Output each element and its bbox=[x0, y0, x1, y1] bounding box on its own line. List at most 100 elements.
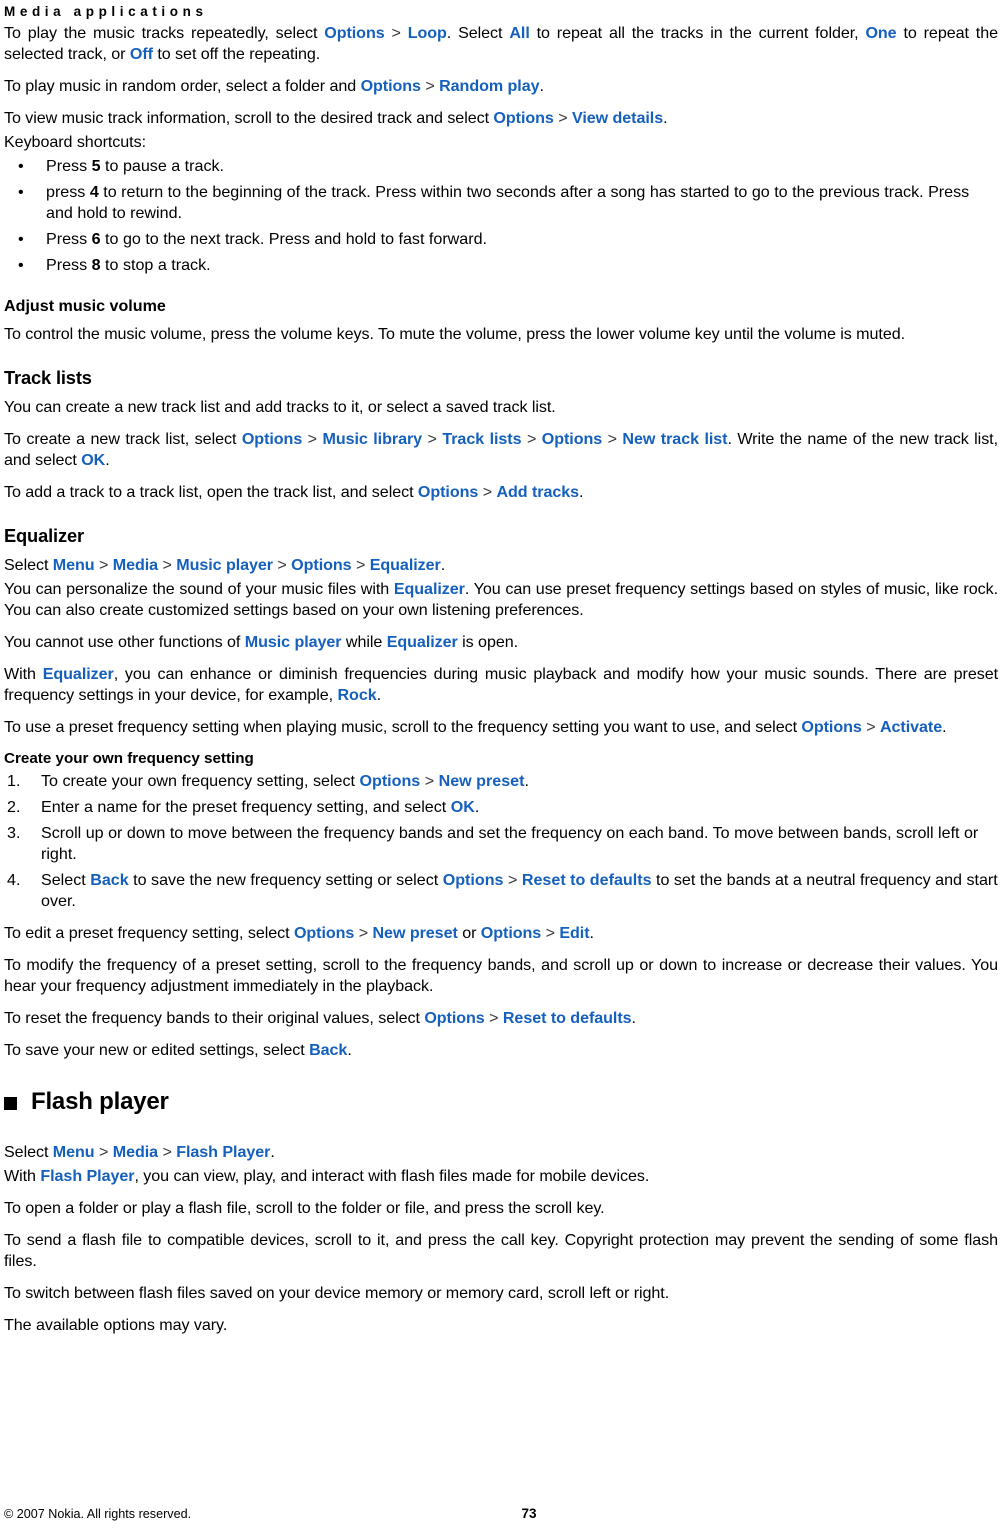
path-separator: > bbox=[302, 430, 323, 448]
page-number: 73 bbox=[521, 1506, 537, 1521]
ui-term-music-player: Music player bbox=[176, 556, 273, 574]
paragraph-edit-preset: To edit a preset frequency setting, sele… bbox=[4, 923, 998, 944]
ui-term-equalizer: Equalizer bbox=[42, 665, 114, 683]
path-separator: > bbox=[484, 1009, 503, 1027]
text-fragment: To play the music tracks repeatedly, sel… bbox=[4, 24, 325, 42]
ui-term-options: Options bbox=[801, 718, 862, 736]
ui-term-reset-to-defaults: Reset to defaults bbox=[502, 1009, 632, 1027]
paragraph-track-lists-intro: You can create a new track list and add … bbox=[4, 398, 556, 416]
text-fragment: Scroll up or down to move between the fr… bbox=[41, 824, 979, 863]
text-fragment: To create your own frequency setting, se… bbox=[41, 772, 360, 790]
ui-term-activate: Activate bbox=[879, 718, 943, 736]
path-separator: > bbox=[354, 924, 373, 942]
ui-term-new-preset: New preset bbox=[372, 924, 458, 942]
text-fragment: Select bbox=[4, 1143, 53, 1161]
text-fragment: is open. bbox=[457, 633, 519, 651]
paragraph-view-details: To view music track information, scroll … bbox=[4, 108, 998, 129]
paragraph-adjust-volume: To control the music volume, press the v… bbox=[4, 325, 906, 343]
text-fragment: To use a preset frequency setting when p… bbox=[4, 718, 802, 736]
path-separator: > bbox=[94, 1143, 113, 1161]
ui-term-new-preset: New preset bbox=[438, 772, 525, 790]
text-fragment: to repeat all the tracks in the current … bbox=[529, 24, 866, 42]
text-fragment: You cannot use other functions of bbox=[4, 633, 245, 651]
bullet-icon: • bbox=[18, 230, 24, 248]
paragraph-flash-send: To send a flash file to compatible devic… bbox=[4, 1231, 998, 1270]
ui-term-equalizer: Equalizer bbox=[369, 556, 441, 574]
ui-term-options: Options bbox=[360, 77, 421, 95]
text-fragment: to go to the next track. Press and hold … bbox=[100, 230, 488, 248]
bullet-icon: • bbox=[18, 256, 24, 274]
text-fragment: , you can view, play, and interact with … bbox=[134, 1167, 650, 1185]
text-fragment: You can personalize the sound of your mu… bbox=[4, 580, 394, 598]
ui-term-options: Options bbox=[293, 924, 355, 942]
paragraph-equalizer-with: With Equalizer, you can enhance or dimin… bbox=[4, 664, 998, 706]
text-fragment: To save your new or edited settings, sel… bbox=[4, 1041, 310, 1059]
paragraph-random-play: To play music in random order, select a … bbox=[4, 76, 998, 97]
text-fragment: Enter a name for the preset frequency se… bbox=[41, 798, 451, 816]
list-item: 1. To create your own frequency setting, … bbox=[4, 771, 998, 792]
ui-term-ok: OK bbox=[450, 798, 475, 816]
text-fragment: press bbox=[46, 183, 90, 201]
paragraph-save-settings: To save your new or edited settings, sel… bbox=[4, 1040, 998, 1061]
ui-term-edit: Edit bbox=[559, 924, 590, 942]
text-fragment: . bbox=[942, 718, 947, 736]
path-separator: > bbox=[521, 430, 542, 448]
heading-track-lists: Track lists bbox=[4, 367, 92, 388]
paragraph-loop: To play the music tracks repeatedly, sel… bbox=[4, 23, 998, 65]
heading-text: Flash player bbox=[31, 1088, 169, 1115]
ui-term-options: Options bbox=[359, 772, 421, 790]
text-fragment: Press bbox=[46, 256, 92, 274]
path-separator: > bbox=[503, 871, 522, 889]
list-item: • Press 6 to go to the next track. Press … bbox=[4, 229, 998, 250]
ui-term-flash-player: Flash Player bbox=[40, 1167, 135, 1185]
text-fragment: . bbox=[524, 772, 529, 790]
text-fragment: to stop a track. bbox=[100, 256, 211, 274]
heading-equalizer: Equalizer bbox=[4, 525, 84, 546]
text-fragment: Press bbox=[46, 230, 92, 248]
text-fragment: . Select bbox=[446, 24, 510, 42]
text-fragment: With bbox=[4, 665, 43, 683]
heading-adjust-music-volume: Adjust music volume bbox=[4, 297, 166, 315]
keyboard-shortcuts-label: Keyboard shortcuts: bbox=[4, 133, 146, 151]
path-separator: > bbox=[478, 483, 497, 501]
key-label: 5 bbox=[91, 157, 101, 175]
text-fragment: To add a track to a track list, open the… bbox=[4, 483, 418, 501]
paragraph-reset-bands: To reset the frequency bands to their or… bbox=[4, 1008, 998, 1029]
text-fragment: while bbox=[341, 633, 387, 651]
text-fragment: To play music in random order, select a … bbox=[4, 77, 361, 95]
path-separator: > bbox=[602, 430, 623, 448]
paragraph-flash-options: The available options may vary. bbox=[4, 1316, 228, 1334]
frequency-steps-list: 1. To create your own frequency setting, … bbox=[4, 771, 998, 912]
ui-term-menu: Menu bbox=[52, 1143, 95, 1161]
paragraph-add-track: To add a track to a track list, open the… bbox=[4, 482, 998, 503]
heading-create-own-frequency-setting: Create your own frequency setting bbox=[4, 750, 254, 767]
list-item: 2. Enter a name for the preset frequency … bbox=[4, 797, 998, 818]
path-separator: > bbox=[158, 1143, 177, 1161]
ui-term-reset-to-defaults: Reset to defaults bbox=[521, 871, 652, 889]
text-fragment: With bbox=[4, 1167, 41, 1185]
ui-term-equalizer: Equalizer bbox=[386, 633, 458, 651]
step-number: 3. bbox=[7, 824, 21, 842]
paragraph-create-track-list: To create a new track list, select Optio… bbox=[4, 429, 998, 471]
key-label: 4 bbox=[89, 183, 99, 201]
path-separator: > bbox=[861, 718, 880, 736]
ui-term-off: Off bbox=[129, 45, 153, 63]
paragraph-equalizer-personalize: You can personalize the sound of your mu… bbox=[4, 579, 998, 621]
paragraph-flash-with: With Flash Player, you can view, play, a… bbox=[4, 1166, 998, 1187]
list-item: • press 4 to return to the beginning of t… bbox=[4, 182, 998, 224]
text-fragment: to return to the beginning of the track.… bbox=[46, 183, 970, 222]
path-separator: > bbox=[273, 556, 292, 574]
ui-term-media: Media bbox=[112, 556, 159, 574]
ui-term-add-tracks: Add tracks bbox=[496, 483, 580, 501]
text-fragment: . bbox=[347, 1041, 352, 1059]
text-fragment: to pause a track. bbox=[100, 157, 225, 175]
path-separator: > bbox=[553, 109, 572, 127]
ui-term-equalizer: Equalizer bbox=[393, 580, 465, 598]
page-footer: © 2007 Nokia. All rights reserved. 73 bbox=[4, 1504, 998, 1524]
text-fragment: To edit a preset frequency setting, sele… bbox=[4, 924, 294, 942]
text-fragment: to set off the repeating. bbox=[152, 45, 321, 63]
text-fragment: to save the new frequency setting or sel… bbox=[128, 871, 443, 889]
ui-term-music-library: Music library bbox=[322, 430, 423, 448]
ui-term-new-track-list: New track list bbox=[622, 430, 728, 448]
text-fragment: . bbox=[270, 1143, 275, 1161]
